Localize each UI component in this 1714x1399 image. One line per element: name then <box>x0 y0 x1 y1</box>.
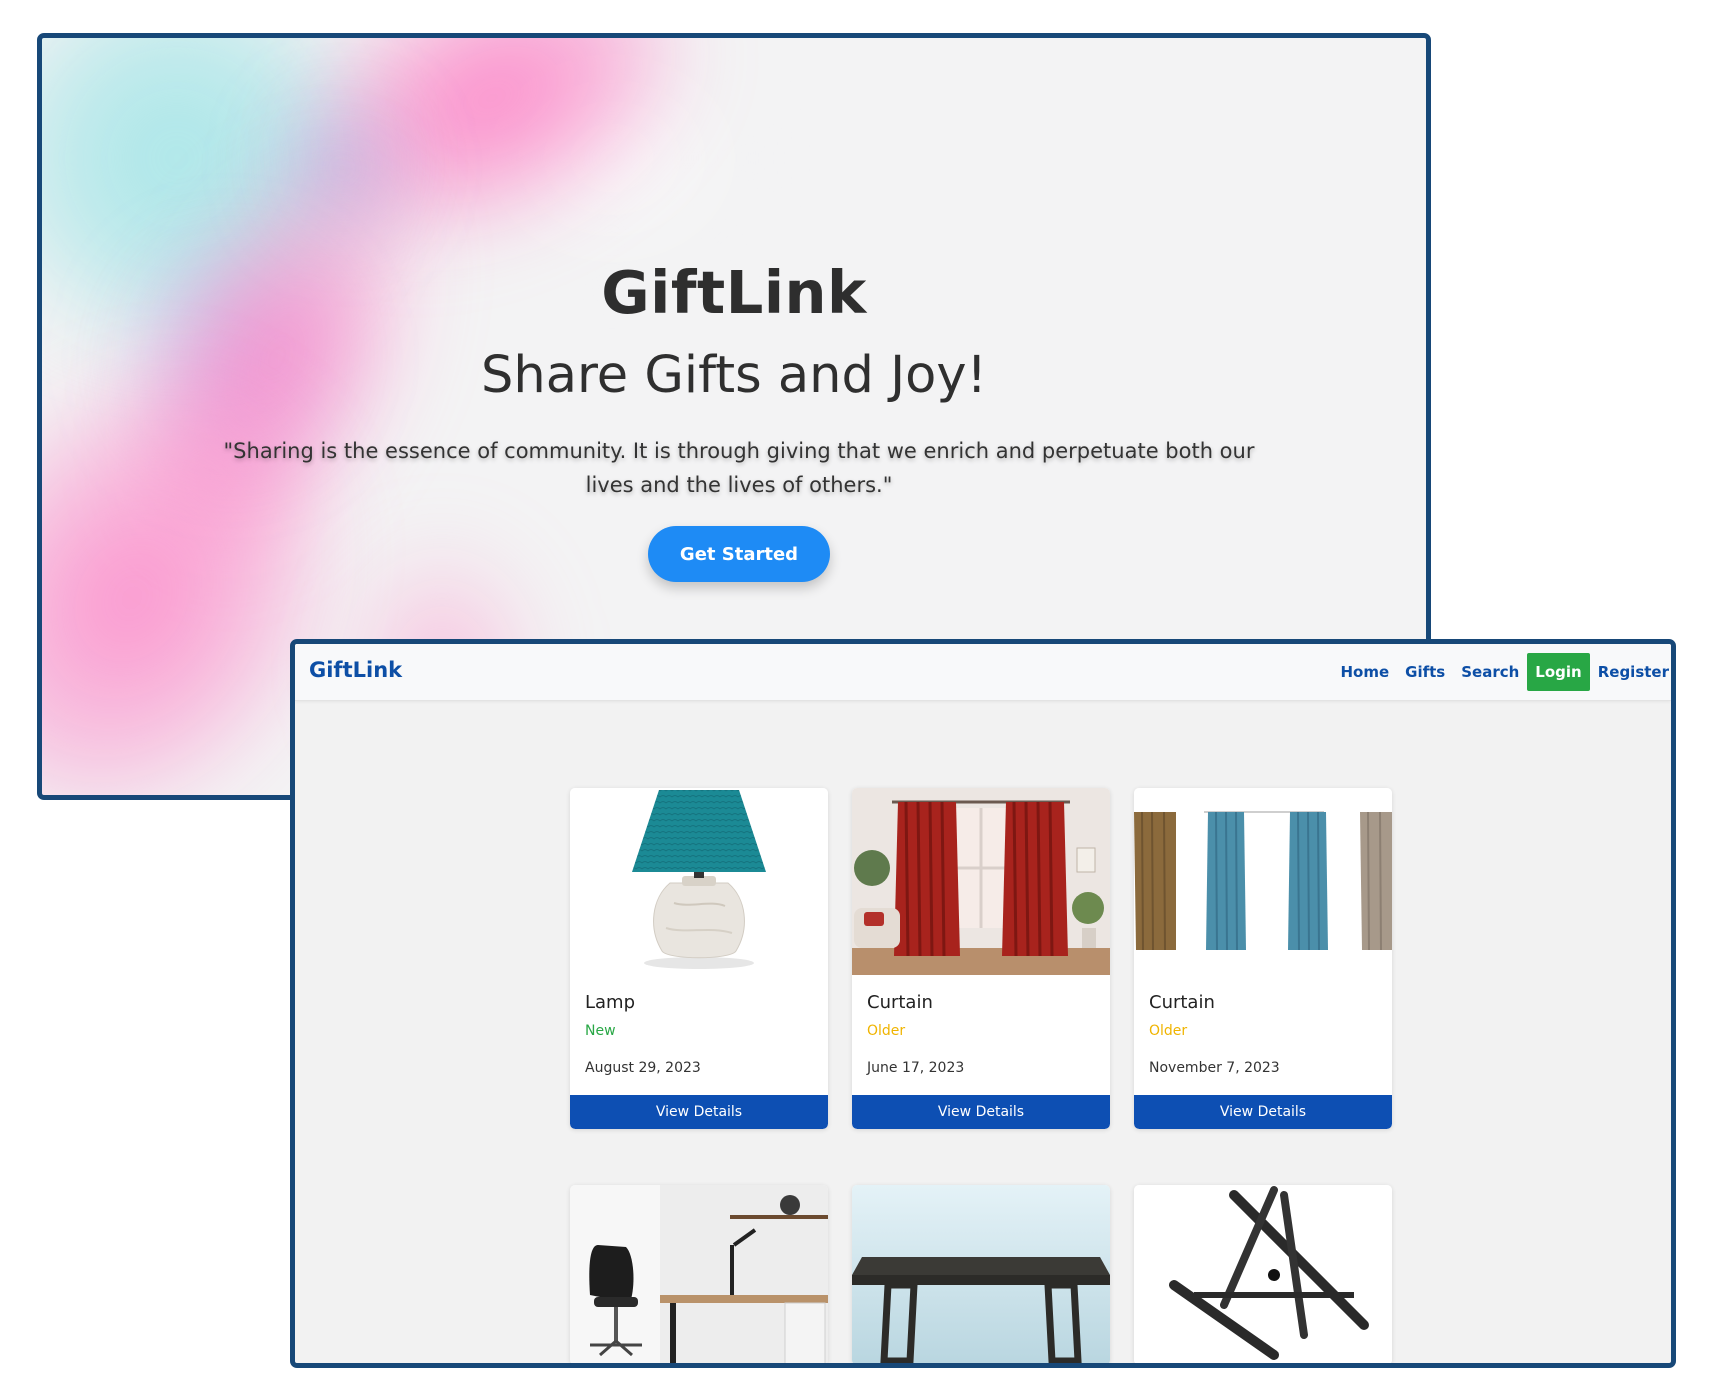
gift-condition: New <box>585 1023 616 1039</box>
navbar: GiftLink Home Gifts Search Login Registe… <box>295 644 1671 701</box>
laptop-stand-image <box>1134 1185 1392 1363</box>
nav-login-button[interactable]: Login <box>1527 653 1590 691</box>
get-started-button[interactable]: Get Started <box>648 526 830 582</box>
view-details-button[interactable]: View Details <box>570 1095 828 1129</box>
nav-search-link[interactable]: Search <box>1461 663 1519 681</box>
gift-card <box>570 1185 828 1363</box>
nav-links: Home Gifts Search Login Register <box>1340 652 1671 692</box>
view-details-button[interactable]: View Details <box>1134 1095 1392 1129</box>
view-details-button[interactable]: View Details <box>852 1095 1110 1129</box>
gift-date: November 7, 2023 <box>1149 1060 1280 1076</box>
gifts-window: GiftLink Home Gifts Search Login Registe… <box>290 639 1676 1368</box>
red-curtain-image <box>852 788 1110 975</box>
gift-date: June 17, 2023 <box>867 1060 965 1076</box>
lamp-image <box>570 788 828 975</box>
hero-quote: "Sharing is the essence of community. It… <box>223 439 1255 497</box>
nav-gifts-link[interactable]: Gifts <box>1405 663 1445 681</box>
nav-home-link[interactable]: Home <box>1340 663 1389 681</box>
curtain-set-image <box>1134 788 1392 975</box>
hero-subtitle: Share Gifts and Joy! <box>481 346 987 405</box>
gift-date: August 29, 2023 <box>585 1060 701 1076</box>
gift-card <box>852 1185 1110 1363</box>
gift-name: Curtain <box>867 992 933 1013</box>
gift-card: Lamp New August 29, 2023 View Details <box>570 788 828 1129</box>
gift-condition: Older <box>1149 1023 1188 1039</box>
office-desk-image <box>570 1185 828 1363</box>
table-image <box>852 1185 1110 1363</box>
gift-name: Lamp <box>585 992 636 1013</box>
gift-card: Curtain Older June 17, 2023 View Details <box>852 788 1110 1129</box>
gift-card <box>1134 1185 1392 1363</box>
gift-condition: Older <box>867 1023 906 1039</box>
nav-register-link[interactable]: Register <box>1598 663 1669 681</box>
navbar-brand[interactable]: GiftLink <box>309 658 402 682</box>
gift-card: Curtain Older November 7, 2023 View Deta… <box>1134 788 1392 1129</box>
gift-name: Curtain <box>1149 992 1215 1013</box>
hero-title: GiftLink <box>601 258 867 327</box>
